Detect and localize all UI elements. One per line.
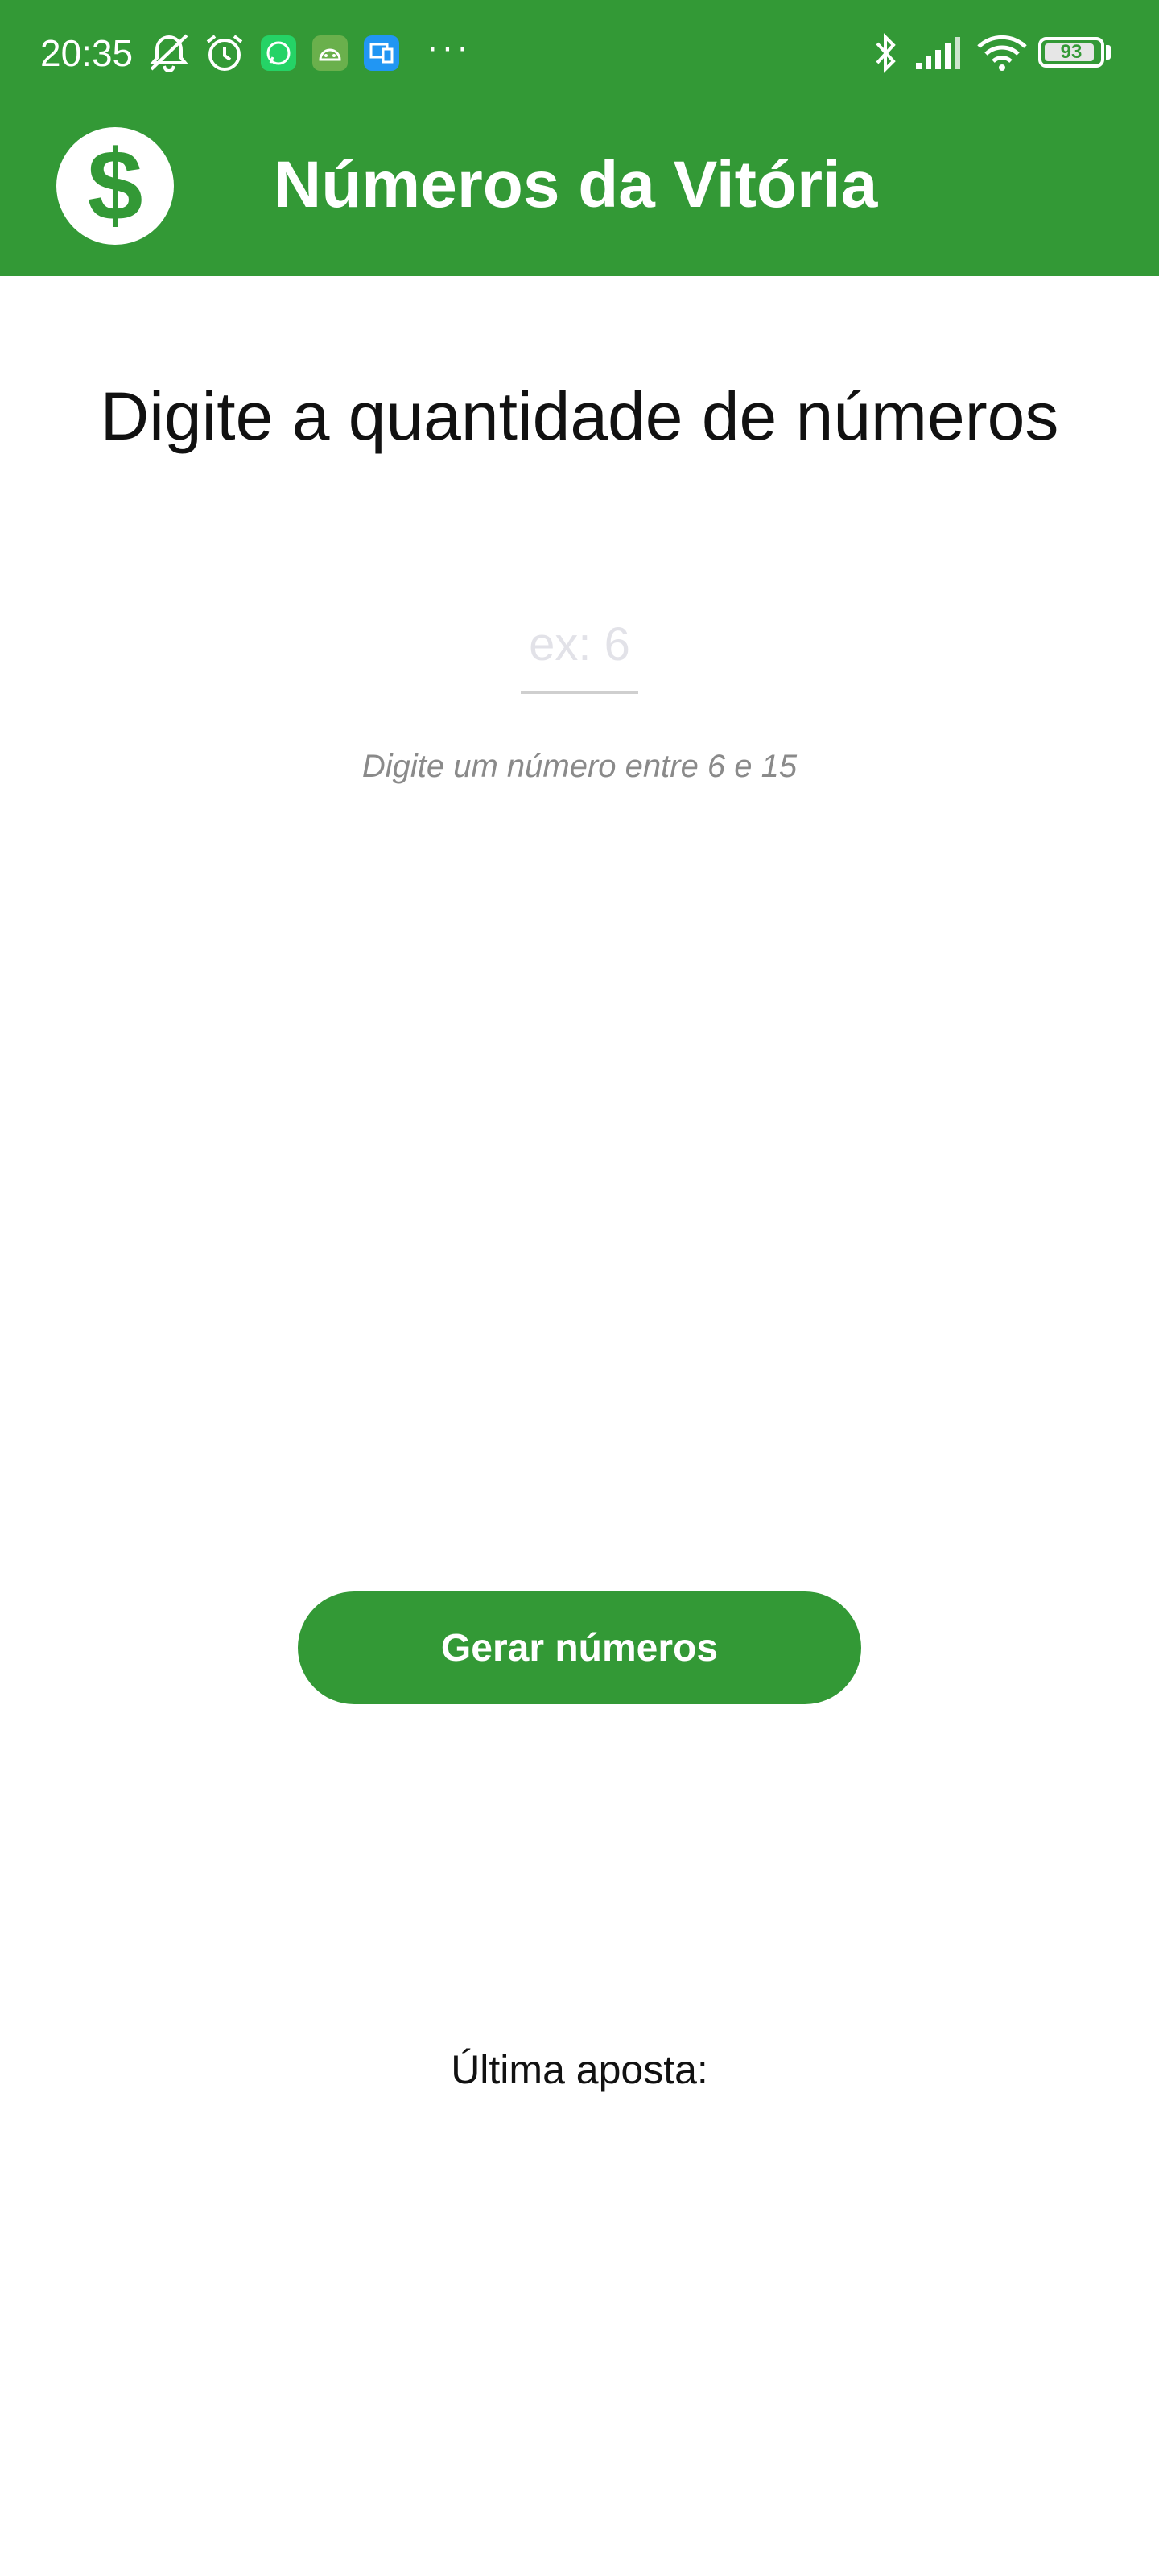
dollar-logo-icon: $: [56, 127, 174, 245]
android-icon: [312, 35, 348, 71]
last-bet-label: Última aposta:: [451, 2047, 708, 2092]
whatsapp-icon: [261, 35, 296, 71]
wifi-icon: [977, 35, 1027, 71]
battery-percent: 93: [1060, 41, 1083, 63]
signal-icon: [916, 37, 960, 69]
device-link-icon: [364, 35, 399, 71]
alarm-icon: [206, 35, 243, 71]
helper-text: Digite um número entre 6 e 15: [361, 749, 798, 784]
logo-symbol: $: [87, 130, 143, 242]
generate-numbers-button[interactable]: Gerar números: [298, 1591, 861, 1704]
muted-bell-icon: [149, 34, 189, 73]
more-dots-icon: ···: [427, 27, 472, 67]
quantity-input[interactable]: [521, 597, 638, 694]
page-heading: Digite a quantidade de números: [100, 378, 1059, 454]
bluetooth-icon: [876, 33, 896, 73]
top-app-area: 20:35 ··· 93 $ Números da Vitória: [0, 0, 1159, 276]
battery-icon: 93: [1038, 37, 1104, 68]
battery-tip: [1106, 45, 1111, 60]
status-time: 20:35: [40, 32, 134, 74]
app-title: Números da Vitória: [274, 148, 878, 221]
